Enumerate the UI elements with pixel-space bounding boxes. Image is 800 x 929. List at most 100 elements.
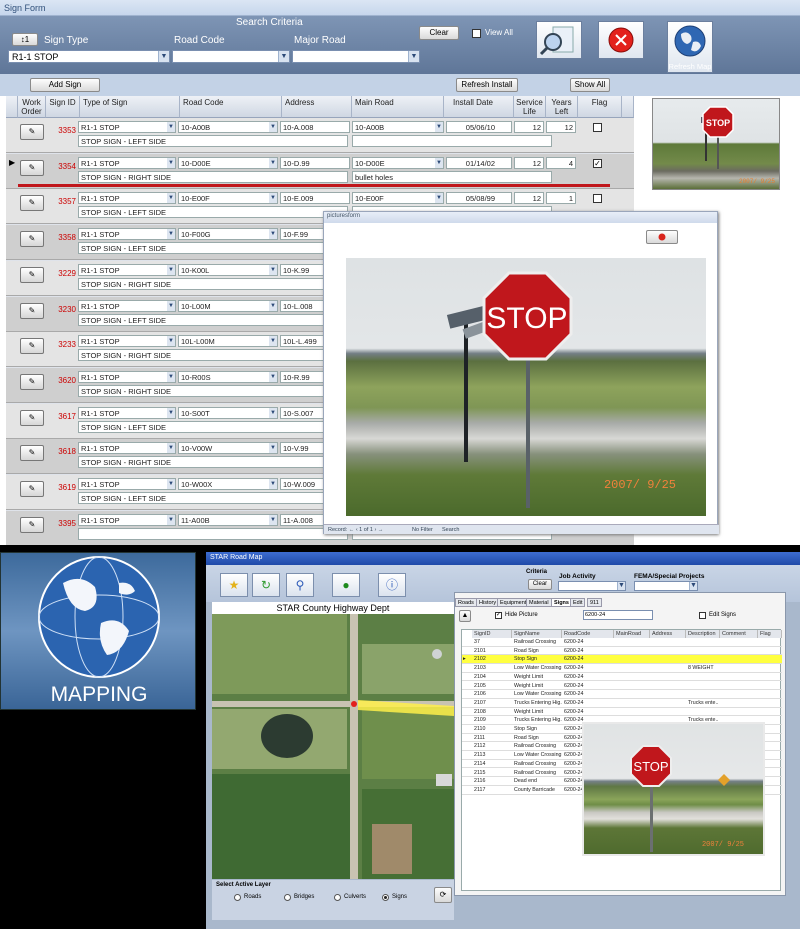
sign-type-cell[interactable]: R1-1 STOP ▼ <box>78 442 176 455</box>
no-filter-label[interactable]: No Filter <box>412 527 433 533</box>
road-code-cell[interactable]: 11-A00B ▼ <box>178 513 278 526</box>
address-cell[interactable]: 10-D.99 <box>280 156 350 169</box>
road-code-cell[interactable]: 10-L00M ▼ <box>178 299 278 312</box>
sign-description-cell[interactable]: STOP SIGN - LEFT SIDE <box>78 242 348 255</box>
sign-type-cell[interactable]: R1-1 STOP ▼ <box>78 156 176 169</box>
work-order-button[interactable]: ✎ <box>20 124 44 140</box>
road-code-select[interactable]: ▼ <box>172 50 290 63</box>
sign-comment-cell[interactable]: bullet holes <box>352 170 552 183</box>
sign-description-cell[interactable]: STOP SIGN - LEFT SIDE <box>78 420 348 433</box>
job-activity-select[interactable]: ▼ <box>558 581 626 591</box>
work-order-button[interactable]: ✎ <box>20 266 44 283</box>
work-order-button[interactable]: ✎ <box>20 516 44 533</box>
sign-type-cell[interactable]: R1-1 STOP ▼ <box>78 513 176 526</box>
list-item[interactable]: 2101 Road Sign 6200-24 <box>462 647 782 656</box>
sign-description-cell[interactable]: STOP SIGN - LEFT SIDE <box>78 206 348 219</box>
main-road-cell[interactable]: 10-E00F ▼ <box>352 192 444 205</box>
road-code-cell[interactable]: 10-D00E ▼ <box>178 156 278 169</box>
zoom-icon[interactable]: ⚲ <box>286 573 314 597</box>
layer-radio-bridges[interactable] <box>284 894 291 901</box>
tab-911[interactable]: 911 <box>587 598 602 607</box>
road-code-cell[interactable]: 10-K00L ▼ <box>178 263 278 276</box>
work-order-button[interactable]: ✎ <box>20 445 44 462</box>
work-order-button[interactable]: ✎ <box>20 409 44 426</box>
tab-signs[interactable]: Signs <box>551 598 572 607</box>
sign-type-cell[interactable]: R1-1 STOP ▼ <box>78 121 176 133</box>
list-item[interactable]: 2106 Low Water Crossing 6200-24 <box>462 690 782 699</box>
address-cell[interactable]: 10-A.008 <box>280 121 350 133</box>
tab-roads[interactable]: Roads <box>455 598 477 607</box>
record-search-label[interactable]: Search <box>442 527 459 533</box>
tab-equipment[interactable]: Equipment <box>497 598 530 607</box>
favorites-star-icon[interactable]: ★ <box>220 573 248 597</box>
sign-thumbnail[interactable]: STOP 2007/ 9/25 <box>652 98 780 190</box>
refresh-map-button[interactable]: Refresh Map <box>667 21 713 73</box>
list-item[interactable]: 2108 Weight Limit 6200-24 <box>462 708 782 717</box>
add-sign-button[interactable]: Add Sign <box>30 78 100 92</box>
hide-picture-checkbox[interactable]: ✓ <box>495 612 502 619</box>
install-date-cell[interactable]: 01/14/02 <box>446 156 512 169</box>
main-road-cell[interactable]: 10-D00E ▼ <box>352 156 444 169</box>
record-navigation-bar[interactable]: Record: ← ‹ 1 of 1 › → No Filter Search <box>324 524 719 534</box>
sign-description-cell[interactable]: STOP SIGN - RIGHT SIDE <box>78 170 348 183</box>
service-life-cell[interactable]: 12 <box>514 156 544 169</box>
zoom-to-sign-button[interactable] <box>536 21 582 59</box>
road-code-cell[interactable]: 10-F00G ▼ <box>178 228 278 241</box>
layer-radio-culverts[interactable] <box>334 894 341 901</box>
service-life-cell[interactable]: 12 <box>514 121 544 133</box>
close-form-button[interactable] <box>598 21 644 59</box>
sign-description-cell[interactable]: STOP SIGN - LEFT SIDE <box>78 492 348 504</box>
road-code-cell[interactable]: 10-S00T ▼ <box>178 406 278 419</box>
service-life-cell[interactable]: 12 <box>514 192 544 205</box>
sign-type-cell[interactable]: R1-1 STOP ▼ <box>78 335 176 348</box>
sign-description-cell[interactable]: STOP SIGN - RIGHT SIDE <box>78 384 348 397</box>
sign-type-cell[interactable]: R1-1 STOP ▼ <box>78 406 176 419</box>
map-refresh-small-button[interactable]: ⟳ <box>434 887 452 903</box>
work-order-button[interactable]: ✎ <box>20 338 44 355</box>
years-left-cell[interactable]: 1 <box>546 192 576 205</box>
work-order-button[interactable]: ✎ <box>20 195 44 212</box>
fema-select[interactable]: ▼ <box>634 581 698 591</box>
edit-signs-checkbox[interactable] <box>699 612 706 619</box>
road-code-field[interactable]: 6200-24 <box>583 610 653 620</box>
work-order-button[interactable]: ✎ <box>20 231 44 248</box>
flag-checkbox[interactable] <box>593 194 602 204</box>
info-icon[interactable]: ⓘ <box>378 573 406 597</box>
work-order-button[interactable]: ✎ <box>20 481 44 497</box>
sign-type-select[interactable]: R1-1 STOP ▼ <box>8 50 170 63</box>
map-link-button[interactable]: ▲ <box>459 610 471 622</box>
work-order-button[interactable]: ✎ <box>20 159 44 176</box>
aerial-map[interactable] <box>212 614 454 879</box>
main-road-cell[interactable]: 10-A00B ▼ <box>352 121 444 133</box>
tab-material[interactable]: Material <box>526 598 552 607</box>
layer-radio-signs[interactable] <box>382 894 389 901</box>
layer-radio-roads[interactable] <box>234 894 241 901</box>
list-item[interactable]: ▸ 2102 Stop Sign 6200-24 <box>462 655 782 665</box>
list-item[interactable]: 2105 Weight Limit 6200-24 <box>462 682 782 691</box>
map-clear-button[interactable]: Clear <box>528 579 552 590</box>
list-item[interactable]: 2104 Weight Limit 6200-24 <box>462 673 782 682</box>
sign-description-cell[interactable] <box>78 527 348 540</box>
install-date-cell[interactable]: 05/08/99 <box>446 192 512 205</box>
flag-checkbox[interactable] <box>593 123 602 132</box>
road-code-cell[interactable]: 10-R00S ▼ <box>178 370 278 383</box>
list-item[interactable]: 2107 Trucks Entering Hig.. 6200-24 Trucks e… <box>462 699 782 708</box>
years-left-cell[interactable]: 4 <box>546 156 576 169</box>
road-code-cell[interactable]: 10-W00X ▼ <box>178 478 278 490</box>
road-code-cell[interactable]: 10-V00W ▼ <box>178 442 278 455</box>
major-road-select[interactable]: ▼ <box>292 50 420 63</box>
sign-type-cell[interactable]: R1-1 STOP ▼ <box>78 192 176 205</box>
refresh-install-button[interactable]: Refresh Install <box>456 78 518 92</box>
sign-type-cell[interactable]: R1-1 STOP ▼ <box>78 228 176 241</box>
years-left-cell[interactable]: 12 <box>546 121 576 133</box>
table-row[interactable]: ✎ 3353 R1-1 STOP ▼ 10-A00B ▼ 10-A.008 10-A00B ▼ 0… <box>6 118 634 153</box>
sign-type-cell[interactable]: R1-1 STOP ▼ <box>78 263 176 276</box>
sign-description-cell[interactable]: STOP SIGN - RIGHT SIDE <box>78 349 348 362</box>
work-order-button[interactable]: ✎ <box>20 373 44 390</box>
road-code-cell[interactable]: 10-E00F ▼ <box>178 192 278 205</box>
view-all-checkbox[interactable] <box>472 29 481 38</box>
road-code-cell[interactable]: 10-A00B ▼ <box>178 121 278 133</box>
list-item[interactable]: 37 Railroad Crossing 6200-24 <box>462 638 782 647</box>
work-order-button[interactable]: ✎ <box>20 302 44 319</box>
tab-edit[interactable]: Edit <box>570 598 586 607</box>
